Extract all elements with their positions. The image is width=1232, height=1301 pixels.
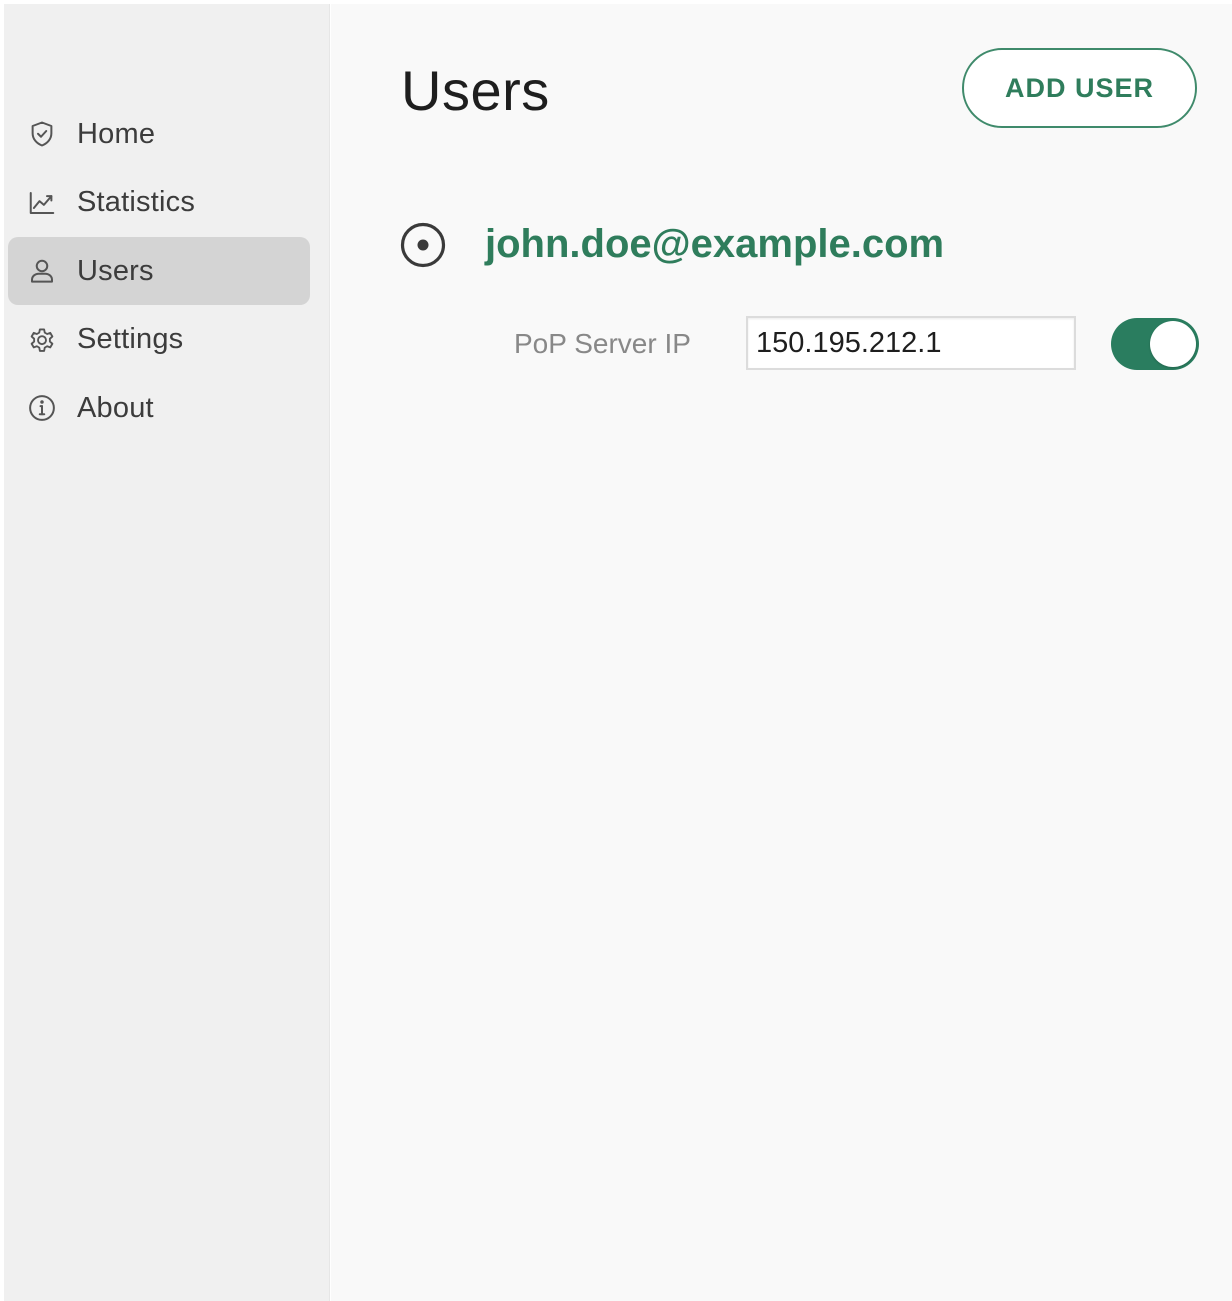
user-icon [26,255,58,287]
user-enabled-toggle[interactable] [1111,318,1199,370]
info-icon [26,392,58,424]
toggle-knob [1150,321,1196,367]
main-content: Users ADD USER john.doe@example.com PoP … [331,4,1232,1301]
sidebar-nav: Home Statistics Users Settings About [8,100,310,443]
gear-icon [26,324,58,356]
pop-server-row: PoP Server IP [514,314,1204,374]
sidebar-item-label: About [77,391,154,424]
sidebar-item-label: Settings [77,323,184,356]
shield-check-icon [26,118,58,150]
app-window: Home Statistics Users Settings About Use… [0,0,1232,1301]
add-user-button[interactable]: ADD USER [962,48,1197,128]
sidebar-item-users[interactable]: Users [8,237,310,306]
sidebar-item-label: Home [77,117,156,150]
sidebar-item-home[interactable]: Home [8,100,310,168]
sidebar-item-settings[interactable]: Settings [8,306,310,374]
chart-line-icon [26,187,58,219]
user-row: john.doe@example.com [399,218,1199,270]
pop-server-ip-label: PoP Server IP [514,328,691,359]
sidebar-item-label: Statistics [77,186,196,219]
radio-selected-icon[interactable] [399,221,447,269]
page-title: Users [401,59,550,122]
user-email: john.doe@example.com [485,222,945,266]
sidebar-item-statistics[interactable]: Statistics [8,169,310,237]
sidebar-item-about[interactable]: About [8,374,310,442]
sidebar: Home Statistics Users Settings About [4,4,330,1301]
pop-server-ip-input[interactable] [746,316,1076,370]
sidebar-item-label: Users [77,254,154,287]
